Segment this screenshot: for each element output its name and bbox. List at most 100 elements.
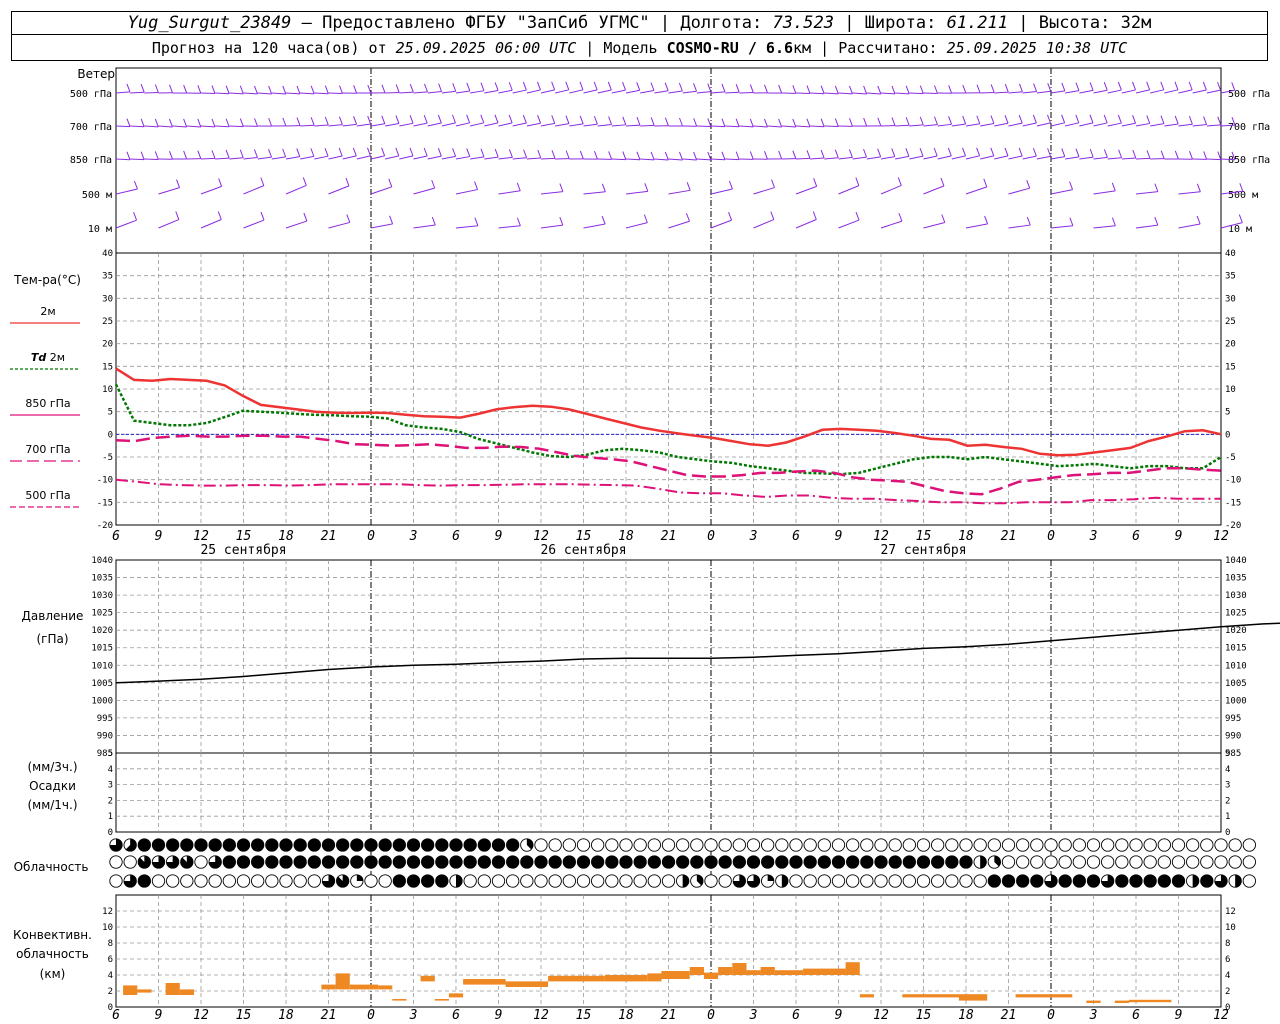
wind-barb-flag (763, 118, 768, 128)
cloud-cover-fill (775, 855, 789, 869)
wind-barb (1036, 155, 1051, 160)
wind-panel-frame (115, 67, 1222, 254)
time-tick-label: 9 (835, 1008, 843, 1023)
wind-barb (810, 92, 825, 95)
wind-barb (526, 122, 541, 127)
wind-barb (285, 220, 308, 229)
wind-barb (725, 125, 740, 128)
wind-barb-flag (962, 115, 967, 125)
wind-barb (597, 124, 612, 127)
cloud-cover-circle (1001, 855, 1016, 869)
wind-barb-flag (551, 115, 556, 124)
conv-ytick-right: 12 (1225, 907, 1236, 917)
wind-barb (852, 156, 867, 160)
wind-barb-flag (1217, 81, 1222, 91)
wind-barb-flag (1004, 115, 1009, 124)
wind-barb-flag (324, 85, 329, 94)
wind-barb-flag (1174, 81, 1179, 90)
wind-barb-flag (559, 216, 564, 226)
wind-barb-flag (225, 149, 230, 159)
cloud-cover-circle (973, 874, 987, 888)
wind-barb-flag (834, 149, 839, 158)
wind-barb-flag (685, 213, 690, 222)
wind-barb (1065, 122, 1079, 127)
wind-barb (682, 158, 697, 161)
cloud-cover-fill (662, 855, 675, 869)
wind-barb-flag (1089, 148, 1094, 158)
cloud-cover-circle (704, 874, 718, 888)
wind-barb-flag (643, 214, 648, 223)
wind-barb-flag (437, 147, 442, 157)
cloud-cover-fill (478, 855, 491, 869)
day-label: 26 сентября (540, 543, 626, 558)
wind-barb (385, 155, 399, 160)
wind-barb (980, 91, 995, 94)
wind-barb-flag (1146, 81, 1151, 91)
cloud-cover-circle (1242, 838, 1256, 852)
cloud-cover-circle (279, 874, 293, 888)
cloud-cover-circle (520, 874, 534, 888)
cloud-cover-fill (1115, 874, 1129, 888)
wind-barb (1093, 156, 1108, 160)
time-tick-label: 0 (1047, 1008, 1055, 1023)
wind-barb-flag (664, 151, 669, 161)
wind-barb-flag (849, 85, 853, 95)
cloud-cover-fill (1002, 874, 1015, 888)
wind-barb-flag (962, 84, 967, 94)
conv-ytick-left: 10 (102, 923, 113, 933)
wind-barb (1050, 122, 1065, 127)
wind-level-label-left: 850 гПа (70, 155, 112, 166)
wind-barb (300, 124, 315, 127)
wind-barb (1036, 122, 1051, 127)
cloud-cover-fill (577, 855, 590, 869)
wind-barb-flag (849, 118, 853, 127)
wind-barb-flag (644, 183, 649, 192)
cloud-cover-circle (576, 838, 591, 852)
cloud-cover-circle (1030, 838, 1044, 852)
wind-barb (356, 155, 371, 160)
wind-barb-flag (452, 148, 457, 157)
wind-barb-flag (1089, 82, 1094, 91)
pressure-ytick-right: 1035 (1225, 574, 1247, 584)
wind-barb-flag (778, 150, 783, 160)
cloud-cover-fill (506, 855, 519, 869)
wind-barb-flag (381, 84, 386, 93)
cloud-cover-circle (1200, 838, 1214, 852)
wind-barb-flag (1061, 82, 1066, 92)
wind-barb-flag (1061, 114, 1066, 123)
wind-barb-flag (239, 149, 244, 158)
wind-barb-flag (1154, 216, 1159, 226)
wind-barb (115, 219, 137, 229)
wind-barb (753, 125, 768, 128)
wind-barb-flag (183, 150, 188, 160)
wind-barb-flag (778, 84, 783, 94)
time-tick-label: 12 (873, 529, 889, 544)
cloud-cover-fill (789, 855, 803, 869)
wind-barb-flag (863, 148, 868, 158)
conv-cloud-bar (647, 973, 662, 982)
wind-barb (1008, 155, 1023, 160)
cloud-cover-circle (506, 874, 520, 888)
cloud-cover-circle (194, 874, 208, 888)
wind-barb (229, 157, 244, 160)
wind-barb-flag (919, 147, 924, 157)
wind-barb (951, 155, 966, 160)
wind-barb-flag (686, 182, 691, 191)
cloud-cover-circle (1044, 855, 1058, 869)
wind-barb (569, 89, 584, 94)
time-tick-label: 6 (792, 1008, 800, 1023)
cloud-cover-circle (789, 874, 803, 888)
wind-barb (257, 92, 272, 95)
conv-cloud-bar (703, 972, 719, 979)
cloud-cover-circle (1101, 855, 1115, 869)
cloud-cover-fill (548, 855, 562, 869)
wind-barb (795, 185, 817, 195)
wind-barb-flag (133, 212, 138, 221)
wind-barb (526, 89, 541, 94)
pressure-ytick-left: 1035 (91, 574, 113, 584)
wind-barb (994, 155, 1009, 160)
wind-barb-flag (728, 211, 733, 221)
wind-barb (1192, 124, 1207, 127)
cloud-cover-circle (1143, 855, 1157, 869)
wind-barb (583, 191, 606, 195)
